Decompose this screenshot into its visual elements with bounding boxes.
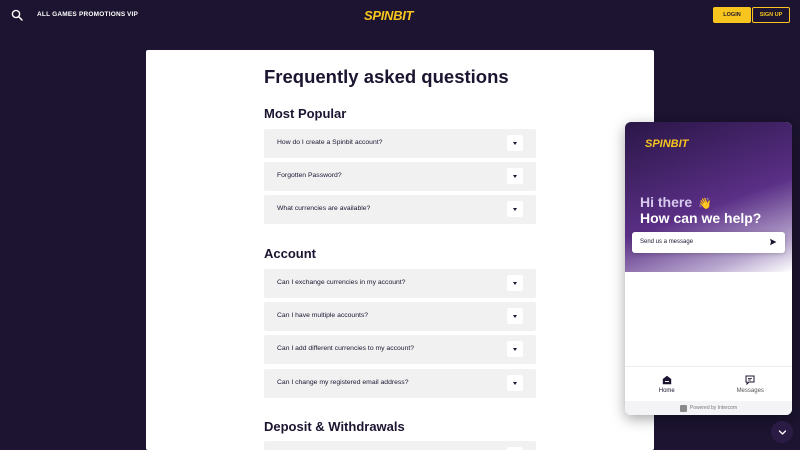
- faq-question: Can I have multiple accounts?: [277, 312, 369, 319]
- chat-widget: SPINBIT Hi there 👋 How can we help? Send …: [625, 122, 792, 415]
- chat-greeting: Hi there 👋: [640, 194, 712, 210]
- chat-greeting-text: Hi there: [640, 194, 693, 210]
- wave-emoji: 👋: [698, 198, 712, 210]
- send-icon[interactable]: [769, 238, 777, 246]
- caret-down-icon: [513, 314, 517, 318]
- caret-down-icon: [513, 381, 517, 385]
- nav-vip[interactable]: VIP: [127, 11, 138, 18]
- home-icon: [662, 375, 671, 385]
- signup-button[interactable]: SIGN UP: [752, 7, 790, 23]
- messages-icon: [745, 375, 755, 385]
- message-input[interactable]: Send us a message: [632, 232, 785, 253]
- faq-item[interactable]: Can I add different currencies to my acc…: [264, 335, 536, 364]
- nav-all-games[interactable]: ALL GAMES: [37, 11, 77, 18]
- tab-home[interactable]: Home: [625, 367, 709, 401]
- faq-item[interactable]: Can I exchange currencies in my account?: [264, 269, 536, 298]
- chat-header: SPINBIT Hi there 👋 How can we help? Send …: [625, 122, 792, 272]
- chat-footer[interactable]: Powered by Intercom: [625, 401, 792, 415]
- expand-toggle[interactable]: [507, 341, 523, 357]
- tab-messages-label: Messages: [736, 388, 764, 394]
- section-heading-deposit-withdrawals: Deposit & Withdrawals: [264, 419, 405, 434]
- caret-down-icon: [513, 174, 517, 178]
- message-placeholder: Send us a message: [640, 239, 694, 245]
- faq-item[interactable]: Can I have multiple accounts?: [264, 302, 536, 331]
- faq-item[interactable]: Can I change my registered email address…: [264, 369, 536, 398]
- powered-by-text: Powered by Intercom: [689, 405, 738, 411]
- chat-logo: SPINBIT: [645, 138, 689, 150]
- caret-down-icon: [513, 347, 517, 351]
- faq-question: Can I add different currencies to my acc…: [277, 345, 415, 352]
- chat-tabs: Home Messages: [625, 366, 792, 401]
- faq-item[interactable]: What currencies are available?: [264, 195, 536, 224]
- spinbit-logo[interactable]: SPINBIT: [364, 8, 413, 23]
- expand-toggle[interactable]: [507, 201, 523, 217]
- section-heading-most-popular: Most Popular: [264, 106, 347, 121]
- chat-launcher-button[interactable]: [771, 421, 793, 443]
- faq-item[interactable]: How do I create a Spinbit account?: [264, 129, 536, 158]
- top-nav: ALL GAMES PROMOTIONS VIP SPINBIT LOGIN S…: [0, 0, 800, 30]
- faq-item[interactable]: [264, 441, 536, 450]
- login-button[interactable]: LOGIN: [713, 7, 751, 23]
- caret-down-icon: [513, 207, 517, 211]
- faq-question: Can I change my registered email address…: [277, 379, 409, 386]
- caret-down-icon: [513, 141, 517, 145]
- nav-promotions[interactable]: PROMOTIONS: [79, 11, 125, 18]
- expand-toggle[interactable]: [507, 375, 523, 391]
- faq-question: Forgotten Password?: [277, 172, 342, 179]
- expand-toggle[interactable]: [507, 308, 523, 324]
- faq-question: How do I create a Spinbit account?: [277, 139, 383, 146]
- faq-question: What currencies are available?: [277, 205, 371, 212]
- expand-toggle[interactable]: [507, 275, 523, 291]
- chevron-down-icon: [778, 429, 786, 435]
- tab-home-label: Home: [658, 388, 675, 394]
- chat-subtitle: How can we help?: [640, 210, 762, 226]
- search-icon[interactable]: [11, 9, 23, 21]
- intercom-icon: [679, 404, 687, 412]
- expand-toggle[interactable]: [507, 168, 523, 184]
- section-heading-account: Account: [264, 246, 316, 261]
- faq-question: Can I exchange currencies in my account?: [277, 279, 406, 286]
- expand-toggle[interactable]: [507, 135, 523, 151]
- tab-messages[interactable]: Messages: [709, 367, 793, 401]
- caret-down-icon: [513, 281, 517, 285]
- faq-item[interactable]: Forgotten Password?: [264, 162, 536, 191]
- page-title: Frequently asked questions: [264, 66, 509, 87]
